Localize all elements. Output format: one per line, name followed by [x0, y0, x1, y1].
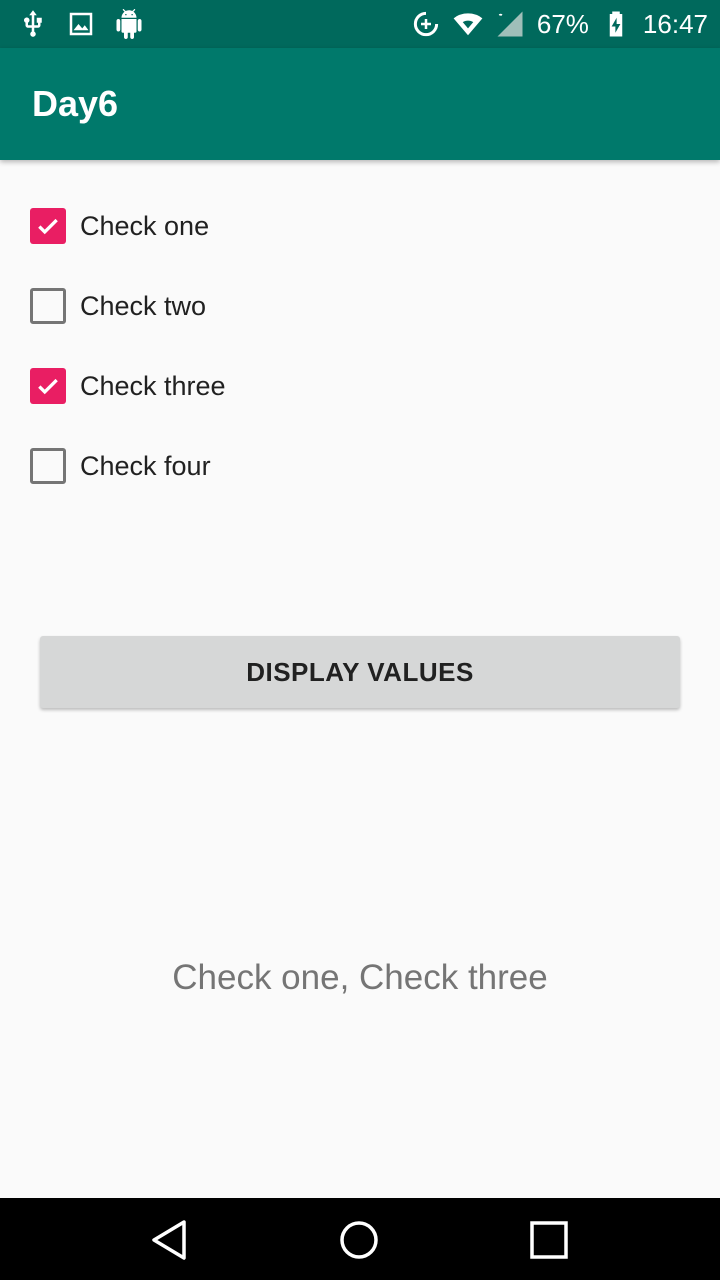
recents-icon[interactable] [525, 1216, 573, 1264]
signal-icon [497, 11, 523, 37]
display-values-button[interactable]: DISPLAY VALUES [40, 636, 680, 708]
status-bar-left [18, 8, 144, 40]
checkbox-label: Check four [80, 450, 211, 481]
checkbox-label: Check one [80, 210, 210, 241]
checkbox-check-one[interactable]: Check one [30, 186, 690, 266]
back-icon[interactable] [146, 1216, 194, 1264]
wifi-icon [453, 13, 483, 36]
battery-charging-icon [609, 11, 623, 37]
checkbox-icon[interactable] [30, 208, 66, 244]
check-mark-icon [38, 378, 58, 395]
status-bar: 67% 16:47 [0, 0, 720, 48]
checkbox-label: Check three [80, 370, 226, 401]
status-bar-right: 67% 16:47 [411, 8, 708, 40]
check-mark-icon [38, 218, 58, 235]
checkbox-list: Check one Check two Check three Check fo… [30, 186, 690, 506]
checkbox-icon[interactable] [30, 368, 66, 404]
status-time: 16:47 [642, 9, 708, 39]
navigation-bar [0, 1198, 720, 1280]
checkbox-check-three[interactable]: Check three [30, 346, 690, 426]
usb-icon [24, 10, 42, 37]
battery-percent: 67% [536, 9, 589, 39]
data-saver-icon [413, 11, 438, 37]
checkbox-check-two[interactable]: Check two [30, 266, 690, 346]
android-debug-icon [116, 9, 142, 39]
result-text: Check one, Check three [172, 958, 548, 997]
checkbox-icon[interactable] [30, 288, 66, 324]
checkbox-label: Check two [80, 290, 207, 321]
screen: 67% 16:47 Day6 Check one Check two Check… [0, 0, 720, 1280]
checkbox-icon[interactable] [30, 448, 66, 484]
app-bar: Day6 [0, 48, 720, 160]
checkbox-check-four[interactable]: Check four [30, 426, 690, 506]
image-icon [69, 12, 93, 36]
app-title: Day6 [32, 83, 119, 124]
home-icon[interactable] [335, 1216, 383, 1264]
